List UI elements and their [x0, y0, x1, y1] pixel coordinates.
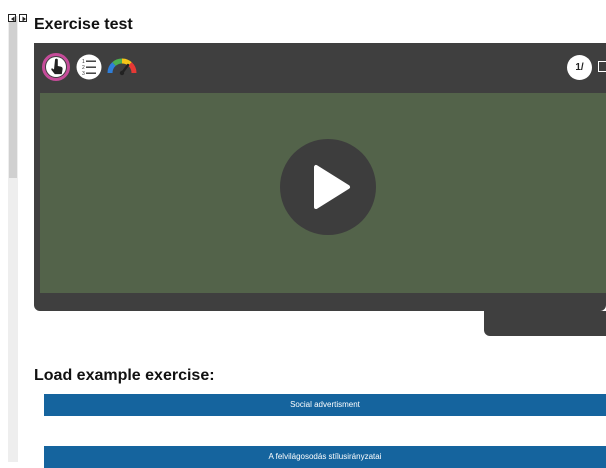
- play-icon: [314, 165, 350, 209]
- scrollbar-thumb[interactable]: [9, 16, 17, 178]
- svg-text:3: 3: [82, 71, 85, 77]
- page-title: Exercise test: [34, 16, 133, 33]
- example-button-social-advertisment[interactable]: Social advertisment: [44, 394, 606, 416]
- play-button[interactable]: [280, 139, 376, 235]
- fullscreen-icon[interactable]: [598, 61, 606, 72]
- example-button-felvilagosodas[interactable]: A felvilágosodás stílusirányzatai: [44, 446, 606, 468]
- triangle-right-icon: [22, 16, 26, 22]
- rainbow-gauge-icon[interactable]: [107, 53, 137, 81]
- player-drawer-tab[interactable]: [484, 311, 606, 336]
- load-example-heading: Load example exercise:: [34, 367, 215, 384]
- touch-hand-icon[interactable]: [42, 53, 70, 81]
- collapse-right-button[interactable]: [19, 14, 27, 22]
- video-stage[interactable]: [40, 93, 606, 293]
- video-player[interactable]: 1 2 3 1/: [34, 43, 606, 311]
- triangle-left-icon: [11, 16, 15, 22]
- slide-counter[interactable]: 1/: [567, 55, 592, 80]
- page-scrollbar[interactable]: [8, 16, 18, 462]
- player-toolbar: 1 2 3 1/: [34, 43, 606, 93]
- collapse-left-button[interactable]: [8, 14, 16, 22]
- numbered-list-icon[interactable]: 1 2 3: [75, 53, 103, 81]
